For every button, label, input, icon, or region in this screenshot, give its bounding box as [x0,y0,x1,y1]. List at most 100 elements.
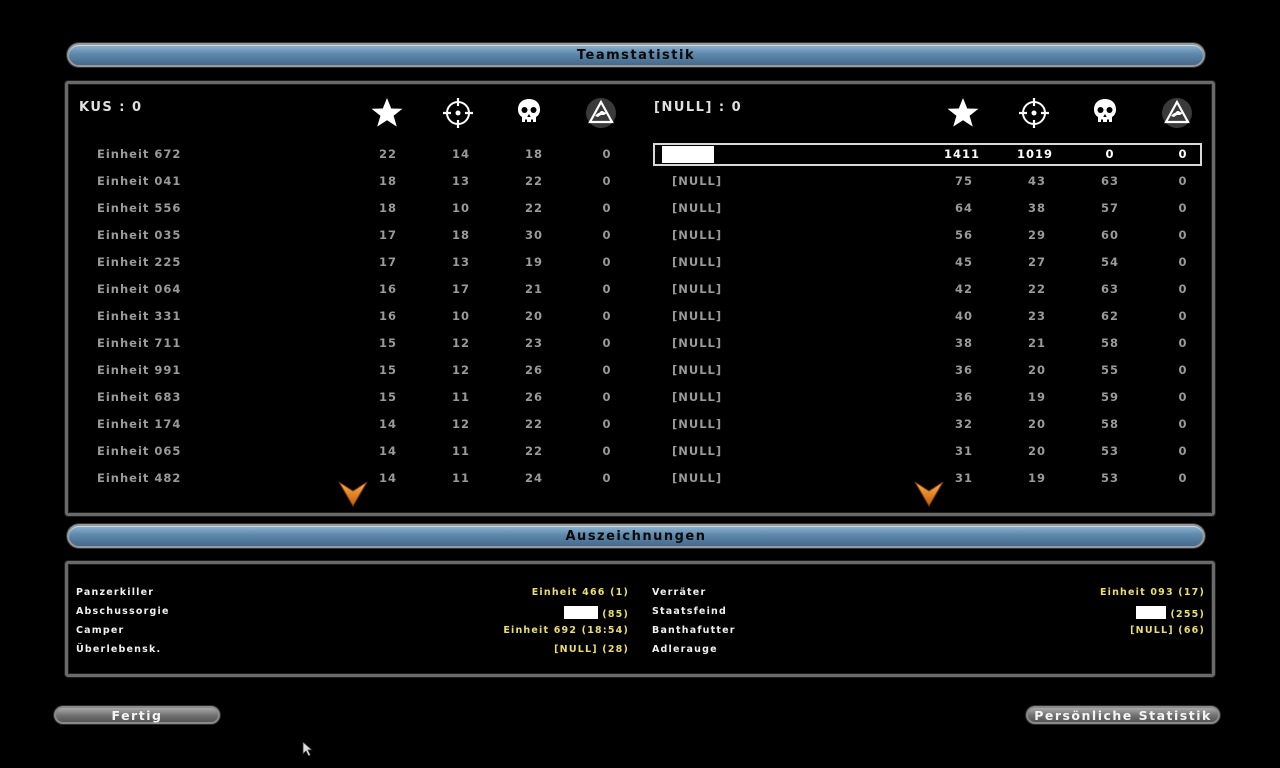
player-name: [NULL] [672,201,723,215]
table-cell: 0 [602,201,612,215]
done-button[interactable]: Fertig [54,706,220,724]
player-name: Einheit 991 [97,363,182,377]
table-cell: 20 [1027,417,1046,431]
table-cell: 0 [602,471,612,485]
table-cell: 38 [954,336,973,350]
table-cell: 18 [378,174,397,188]
team-left-name: KUS : 0 [79,100,143,115]
star-icon [371,98,403,127]
award-label: Camper [76,625,125,636]
table-cell: 14 [378,417,397,431]
mouse-cursor-icon [302,741,314,757]
table-cell: 20 [524,309,543,323]
scroll-down-left-icon[interactable] [338,480,368,508]
player-name: [NULL] [672,309,723,323]
table-cell: 22 [524,444,543,458]
skull-icon [1094,99,1116,122]
table-cell: 42 [954,282,973,296]
table-cell: 10 [451,201,470,215]
table-cell: 1411 [943,147,980,161]
award-value: (255) [1170,609,1205,620]
table-cell: 30 [524,228,543,242]
table-cell: 18 [451,228,470,242]
award-value: Einheit 093 (17) [1099,587,1205,598]
awards-titlebar: Auszeichnungen [67,524,1205,548]
table-cell: 0 [1178,147,1188,161]
table-cell: 1019 [1016,147,1053,161]
table-cell: 12 [451,417,470,431]
player-name: Einheit 041 [97,174,182,188]
table-cell: 19 [524,255,543,269]
table-cell: 0 [1178,390,1188,404]
player-name: Einheit 482 [97,471,182,485]
table-cell: 11 [451,390,470,404]
player-name: Einheit 331 [97,309,182,323]
table-cell: 56 [954,228,973,242]
player-name: Einheit 672 [97,147,182,161]
redacted-player-name [662,146,714,163]
award-label: Adlerauge [652,644,718,655]
table-cell: 54 [1100,255,1119,269]
star-icon [947,98,979,127]
table-cell: 21 [1027,336,1046,350]
table-cell: 64 [954,201,973,215]
award-value: [NULL] (28) [554,644,629,655]
player-name: Einheit 174 [97,417,182,431]
table-cell: 45 [954,255,973,269]
table-cell: 13 [451,174,470,188]
player-name: Einheit 035 [97,228,182,242]
table-cell: 0 [602,309,612,323]
table-cell: 17 [451,282,470,296]
table-cell: 32 [954,417,973,431]
table-cell: 11 [451,444,470,458]
table-cell: 24 [524,471,543,485]
table-cell: 16 [378,282,397,296]
table-cell: 12 [451,336,470,350]
table-cell: 0 [602,147,612,161]
award-label: Banthafutter [652,625,736,636]
table-cell: 0 [1178,228,1188,242]
table-cell: 0 [1178,174,1188,188]
player-name: Einheit 065 [97,444,182,458]
table-cell: 17 [378,228,397,242]
player-name: [NULL] [672,228,723,242]
table-cell: 38 [1027,201,1046,215]
award-value: Einheit 692 (18:54) [503,625,629,636]
table-cell: 21 [524,282,543,296]
player-name: Einheit 064 [97,282,182,296]
vehicle-kill-icon [586,98,616,128]
awards-panel [65,561,1215,677]
table-cell: 22 [524,201,543,215]
scroll-down-right-icon[interactable] [914,480,944,508]
personal-stats-button[interactable]: Persönliche Statistik [1026,706,1220,724]
award-value-redacted: (85) [563,606,629,620]
table-cell: 15 [378,390,397,404]
player-name: Einheit 683 [97,390,182,404]
skull-icon [518,99,540,122]
table-cell: 10 [451,309,470,323]
award-value: Einheit 466 (1) [531,587,629,598]
table-cell: 29 [1027,228,1046,242]
player-name: [NULL] [672,363,723,377]
table-cell: 22 [524,417,543,431]
player-name: [NULL] [672,444,723,458]
table-cell: 0 [602,444,612,458]
table-cell: 22 [1027,282,1046,296]
award-label: Panzerkiller [76,587,155,598]
awards-title: Auszeichnungen [565,529,707,544]
crosshair-icon [1019,98,1049,128]
table-cell: 75 [954,174,973,188]
team-stats-title: Teamstatistik [576,48,696,63]
table-cell: 19 [1027,390,1046,404]
table-cell: 59 [1100,390,1119,404]
table-cell: 0 [1178,282,1188,296]
table-cell: 62 [1100,309,1119,323]
table-cell: 40 [954,309,973,323]
award-value-redacted: (255) [1135,606,1205,620]
table-cell: 53 [1100,471,1119,485]
table-cell: 27 [1027,255,1046,269]
table-cell: 0 [1178,255,1188,269]
table-cell: 31 [954,471,973,485]
player-name: [NULL] [672,282,723,296]
personal-stats-button-label: Persönliche Statistik [1034,708,1212,723]
